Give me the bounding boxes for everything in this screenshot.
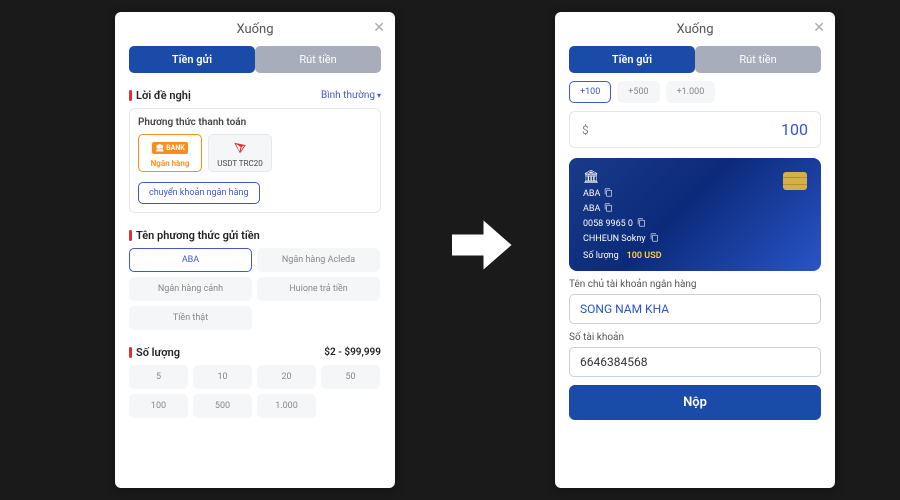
card-bank-name: ABA xyxy=(583,189,600,199)
card-number: 0058 9965 0 xyxy=(583,219,633,229)
modal-header: Xuống ✕ xyxy=(555,12,835,46)
amount-value: 100 xyxy=(781,120,808,139)
payment-option-label: Ngân hàng xyxy=(139,159,201,168)
copy-icon[interactable] xyxy=(637,218,646,230)
quick-amount[interactable]: +100 xyxy=(569,81,611,103)
method-option-huione[interactable]: Huione trả tiền xyxy=(257,277,380,301)
account-label: Số tài khoản xyxy=(569,332,821,343)
payment-method-box: Phương thức thanh toán 🏛 BANK Ngân hàng … xyxy=(129,108,381,213)
amount-option[interactable]: 100 xyxy=(129,394,188,418)
quick-amount[interactable]: +500 xyxy=(617,81,659,103)
modal-title: Xuống xyxy=(676,22,713,37)
close-icon[interactable]: ✕ xyxy=(373,20,385,36)
submit-button[interactable]: Nộp xyxy=(569,385,821,420)
tab-withdraw[interactable]: Rút tiền xyxy=(255,46,381,73)
quantity-range: $2 - $99,999 xyxy=(324,347,381,358)
quantity-title: Số lượng xyxy=(129,346,180,359)
quick-amount[interactable]: +1.000 xyxy=(666,81,716,103)
chip-icon xyxy=(783,172,807,190)
method-option-cash[interactable]: Tiền thật xyxy=(129,306,252,330)
bank-card: 🏛 ABA ABA 0058 9965 0 CHHEUN Sokny Số lư… xyxy=(569,158,821,271)
offer-title: Lời đề nghị xyxy=(129,89,191,102)
holder-field: Tên chủ tài khoản ngân hàng xyxy=(569,279,821,324)
account-input[interactable] xyxy=(569,347,821,377)
card-holder: CHHEUN Sokny xyxy=(583,234,646,244)
mode-tabs: Tiền gửi Rút tiền xyxy=(555,46,835,81)
quantity-section: Số lượng $2 - $99,999 5 10 20 50 100 500… xyxy=(115,338,395,426)
amount-option[interactable]: 50 xyxy=(321,365,380,389)
method-option-aba[interactable]: ABA xyxy=(129,248,252,272)
quick-amount-row: +100 +500 +1.000 xyxy=(555,81,835,103)
method-option-acleda[interactable]: Ngân hàng Acleda xyxy=(257,248,380,272)
holder-label: Tên chủ tài khoản ngân hàng xyxy=(569,279,821,290)
card-bank-name2: ABA xyxy=(583,204,600,214)
priority-dropdown[interactable]: Bình thường xyxy=(321,90,381,101)
deposit-step1-panel: Xuống ✕ Tiền gửi Rút tiền Lời đề nghị Bì… xyxy=(115,12,395,488)
close-icon[interactable]: ✕ xyxy=(813,20,825,36)
deposit-step2-panel: Xuống ✕ Tiền gửi Rút tiền +100 +500 +1.0… xyxy=(555,12,835,488)
currency-symbol: $ xyxy=(582,123,589,137)
tron-icon xyxy=(209,139,271,157)
payment-option-label: USDT TRC20 xyxy=(209,159,271,168)
tab-deposit[interactable]: Tiền gửi xyxy=(129,46,255,73)
tab-withdraw[interactable]: Rút tiền xyxy=(695,46,821,73)
arrow-right-icon xyxy=(445,210,515,280)
amount-input[interactable]: $ 100 xyxy=(569,111,821,148)
copy-icon[interactable] xyxy=(650,233,659,245)
tab-deposit[interactable]: Tiền gửi xyxy=(569,46,695,73)
deposit-method-section: Tên phương thức gửi tiền ABA Ngân hàng A… xyxy=(115,221,395,338)
amount-option[interactable]: 20 xyxy=(257,365,316,389)
card-qty-label: Số lượng xyxy=(583,251,619,261)
amount-option[interactable]: 10 xyxy=(193,365,252,389)
copy-icon[interactable] xyxy=(604,188,613,200)
bank-building-icon: 🏛 xyxy=(583,170,807,185)
amount-option[interactable]: 500 xyxy=(193,394,252,418)
payment-subtitle: Phương thức thanh toán xyxy=(138,117,372,128)
deposit-method-title: Tên phương thức gửi tiền xyxy=(129,229,260,242)
amount-option[interactable]: 1.000 xyxy=(257,394,316,418)
method-option-canh[interactable]: Ngân hàng cảnh xyxy=(129,277,252,301)
bank-icon: 🏛 BANK xyxy=(139,139,201,157)
mode-tabs: Tiền gửi Rút tiền xyxy=(115,46,395,81)
account-field: Số tài khoản xyxy=(569,332,821,377)
copy-icon[interactable] xyxy=(604,203,613,215)
card-qty-value: 100 USD xyxy=(627,251,662,261)
amount-option[interactable]: 5 xyxy=(129,365,188,389)
modal-header: Xuống ✕ xyxy=(115,12,395,46)
bank-transfer-button[interactable]: chuyển khoản ngân hàng xyxy=(138,182,260,204)
payment-option-usdt[interactable]: USDT TRC20 xyxy=(208,134,272,172)
offer-section: Lời đề nghị Bình thường Phương thức than… xyxy=(115,81,395,221)
payment-option-bank[interactable]: 🏛 BANK Ngân hàng xyxy=(138,134,202,172)
modal-title: Xuống xyxy=(236,22,273,37)
holder-input[interactable] xyxy=(569,294,821,324)
